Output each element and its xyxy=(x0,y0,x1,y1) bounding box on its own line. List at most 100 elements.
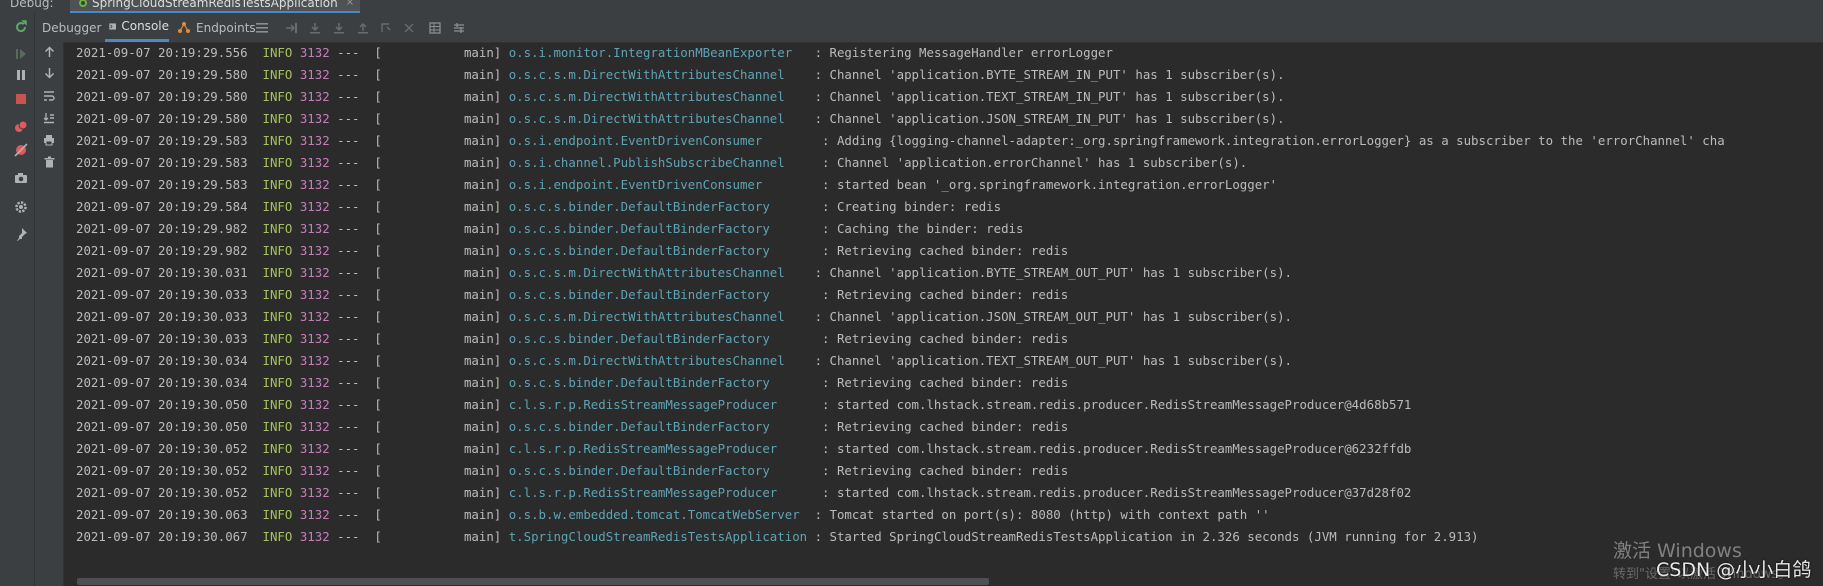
log-message: : Retrieving cached binder: redis xyxy=(814,463,1069,478)
log-logger: o.s.b.w.embedded.tomcat.TomcatWebServer xyxy=(508,507,808,522)
log-thread: --- [ main] xyxy=(337,353,502,368)
log-level: INFO xyxy=(262,375,293,390)
log-logger: o.s.c.s.m.DirectWithAttributesChannel xyxy=(508,111,808,126)
log-line: 2021-09-07 20:19:29.580 INFO 3132 --- [ … xyxy=(76,86,1285,108)
log-level: INFO xyxy=(262,507,293,522)
tab-debugger[interactable]: Debugger xyxy=(42,13,102,42)
log-line: 2021-09-07 20:19:29.556 INFO 3132 --- [ … xyxy=(76,42,1113,64)
log-pid: 3132 xyxy=(299,375,330,390)
log-level: INFO xyxy=(262,419,293,434)
clear-all-trash-icon[interactable] xyxy=(39,152,59,172)
log-level: INFO xyxy=(262,243,293,258)
log-logger: o.s.c.s.binder.DefaultBinderFactory xyxy=(508,199,815,214)
log-level: INFO xyxy=(262,309,293,324)
up-arrow-icon[interactable] xyxy=(39,42,59,62)
log-line: 2021-09-07 20:19:30.031 INFO 3132 --- [ … xyxy=(76,262,1292,284)
run-to-cursor-icon[interactable] xyxy=(376,18,396,38)
log-message: : Channel 'application.TEXT_STREAM_OUT_P… xyxy=(807,353,1293,368)
menu-lines-icon[interactable] xyxy=(252,18,272,38)
tab-endpoints[interactable]: Endpoints xyxy=(177,13,257,42)
soft-wrap-icon[interactable] xyxy=(39,86,59,106)
log-message: : Channel 'application.JSON_STREAM_OUT_P… xyxy=(807,309,1293,324)
log-message: : Tomcat started on port(s): 8080 (http)… xyxy=(807,507,1270,522)
view-breakpoints-icon[interactable] xyxy=(11,117,31,137)
log-logger: c.l.s.r.p.RedisStreamMessageProducer xyxy=(508,397,815,412)
log-line: 2021-09-07 20:19:30.050 INFO 3132 --- [ … xyxy=(76,416,1068,438)
settings-gear-icon[interactable] xyxy=(11,197,31,217)
csdn-watermark: CSDN @小小白鸽 xyxy=(1656,559,1812,581)
log-level: INFO xyxy=(262,177,293,192)
log-pid: 3132 xyxy=(299,441,330,456)
stop-icon[interactable] xyxy=(11,89,31,109)
log-logger: o.s.c.s.m.DirectWithAttributesChannel xyxy=(508,353,808,368)
log-level: INFO xyxy=(262,67,293,82)
console-output[interactable]: 2021-09-07 20:19:29.556 INFO 3132 --- [ … xyxy=(64,42,1823,586)
log-pid: 3132 xyxy=(299,397,330,412)
log-line: 2021-09-07 20:19:29.982 INFO 3132 --- [ … xyxy=(76,218,1023,240)
log-pid: 3132 xyxy=(299,265,330,280)
debug-left-toolbar xyxy=(7,13,35,586)
trace-stream-icon[interactable] xyxy=(449,18,469,38)
log-logger: o.s.c.s.binder.DefaultBinderFactory xyxy=(508,463,815,478)
force-step-icon[interactable] xyxy=(399,18,419,38)
log-pid: 3132 xyxy=(299,133,330,148)
log-line: 2021-09-07 20:19:30.052 INFO 3132 --- [ … xyxy=(76,438,1411,460)
camera-icon[interactable] xyxy=(11,168,31,188)
log-message: : Caching the binder: redis xyxy=(814,221,1024,236)
show-execution-point-icon[interactable] xyxy=(281,18,301,38)
mute-breakpoints-icon[interactable] xyxy=(11,140,31,160)
log-line: 2021-09-07 20:19:30.034 INFO 3132 --- [ … xyxy=(76,350,1292,372)
log-timestamp: 2021-09-07 20:19:30.033 xyxy=(76,331,248,346)
log-pid: 3132 xyxy=(299,507,330,522)
log-logger: o.s.c.s.m.DirectWithAttributesChannel xyxy=(508,265,808,280)
log-logger: o.s.i.endpoint.EventDrivenConsumer xyxy=(508,177,815,192)
log-message: : started com.lhstack.stream.redis.produ… xyxy=(814,485,1412,500)
log-logger: o.s.i.channel.PublishSubscribeChannel xyxy=(508,155,815,170)
log-level: INFO xyxy=(262,529,293,544)
log-thread: --- [ main] xyxy=(337,45,502,60)
log-line: 2021-09-07 20:19:30.033 INFO 3132 --- [ … xyxy=(76,284,1068,306)
close-tab-icon[interactable]: × xyxy=(346,0,354,8)
log-message: : Retrieving cached binder: redis xyxy=(814,331,1069,346)
log-logger: o.s.i.endpoint.EventDrivenConsumer xyxy=(508,133,815,148)
log-thread: --- [ main] xyxy=(337,287,502,302)
log-line: 2021-09-07 20:19:29.580 INFO 3132 --- [ … xyxy=(76,64,1285,86)
log-message: : Channel 'application.JSON_STREAM_IN_PU… xyxy=(807,111,1285,126)
horizontal-scrollbar[interactable] xyxy=(77,578,989,585)
pin-icon[interactable] xyxy=(11,224,31,244)
log-thread: --- [ main] xyxy=(337,309,502,324)
log-pid: 3132 xyxy=(299,463,330,478)
print-icon[interactable] xyxy=(39,130,59,150)
log-timestamp: 2021-09-07 20:19:30.050 xyxy=(76,419,248,434)
log-line: 2021-09-07 20:19:29.583 INFO 3132 --- [ … xyxy=(76,174,1277,196)
log-level: INFO xyxy=(262,353,293,368)
log-timestamp: 2021-09-07 20:19:29.580 xyxy=(76,111,248,126)
tab-console[interactable]: Console xyxy=(105,13,169,42)
log-message: : Registering MessageHandler errorLogger xyxy=(807,45,1113,60)
log-pid: 3132 xyxy=(299,419,330,434)
step-into-icon[interactable] xyxy=(329,18,349,38)
log-timestamp: 2021-09-07 20:19:30.033 xyxy=(76,287,248,302)
log-thread: --- [ main] xyxy=(337,67,502,82)
log-line: 2021-09-07 20:19:30.050 INFO 3132 --- [ … xyxy=(76,394,1411,416)
log-level: INFO xyxy=(262,265,293,280)
pause-icon[interactable] xyxy=(11,65,31,85)
log-line: 2021-09-07 20:19:29.583 INFO 3132 --- [ … xyxy=(76,130,1725,152)
step-over-icon[interactable] xyxy=(305,18,325,38)
log-line: 2021-09-07 20:19:30.063 INFO 3132 --- [ … xyxy=(76,504,1270,526)
log-line: 2021-09-07 20:19:29.583 INFO 3132 --- [ … xyxy=(76,152,1247,174)
log-timestamp: 2021-09-07 20:19:30.067 xyxy=(76,529,248,544)
down-arrow-icon[interactable] xyxy=(39,63,59,83)
run-configuration-tab[interactable]: SpringCloudStreamRedisTestsApplication × xyxy=(70,0,361,13)
log-level: INFO xyxy=(262,441,293,456)
log-logger: o.s.c.s.binder.DefaultBinderFactory xyxy=(508,243,815,258)
log-level: INFO xyxy=(262,155,293,170)
step-out-icon[interactable] xyxy=(353,18,373,38)
log-message: : Channel 'application.BYTE_STREAM_IN_PU… xyxy=(807,67,1285,82)
log-pid: 3132 xyxy=(299,221,330,236)
rerun-icon[interactable] xyxy=(11,17,31,37)
log-thread: --- [ main] xyxy=(337,199,502,214)
scroll-to-end-icon[interactable] xyxy=(39,108,59,128)
resume-icon[interactable] xyxy=(11,44,31,64)
evaluate-expression-icon[interactable] xyxy=(425,18,445,38)
